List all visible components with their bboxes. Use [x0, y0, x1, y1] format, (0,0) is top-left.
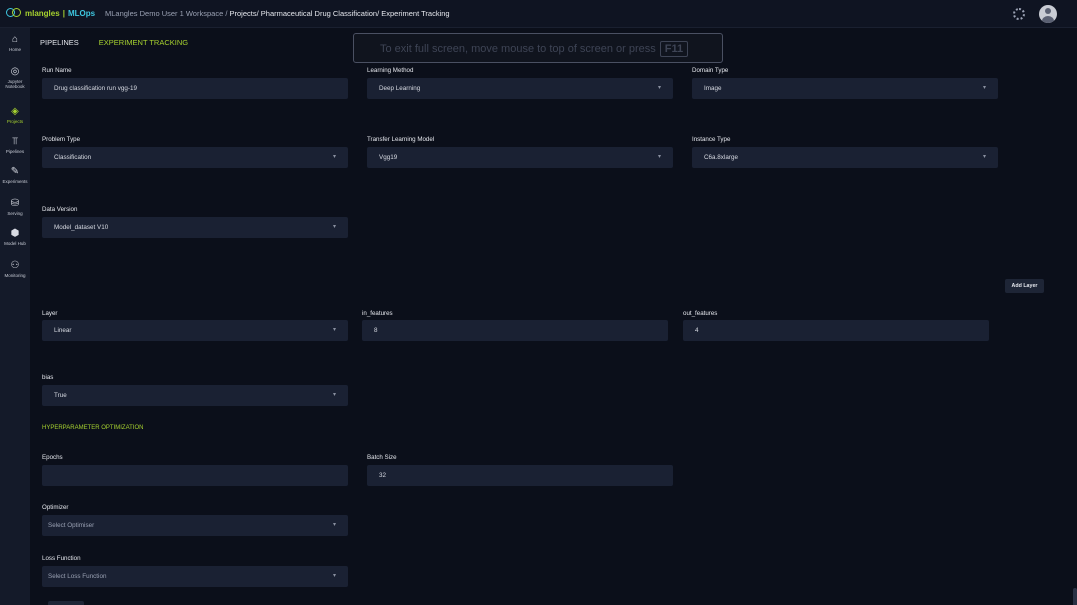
sidebar-item-model-hub[interactable]: ⬢ Model Hub: [0, 228, 30, 246]
home-icon: ⌂: [11, 34, 19, 45]
out-features-input[interactable]: 4: [683, 320, 989, 341]
serving-icon: ⛁: [10, 198, 20, 209]
layer-label: Layer: [42, 310, 58, 317]
model-hub-icon: ⬢: [10, 228, 20, 239]
toast-text: To exit full screen, move mouse to top o…: [380, 43, 656, 55]
logo-text-ops: MLOps: [67, 8, 96, 18]
bias-select[interactable]: True: [42, 385, 348, 406]
domain-type-select[interactable]: Image: [692, 78, 998, 99]
sidebar-item-home[interactable]: ⌂ Home: [0, 34, 30, 52]
sidebar-item-serving[interactable]: ⛁ Serving: [0, 198, 30, 216]
bias-label: bias: [42, 374, 54, 381]
top-bar: mlangles | MLOps MLangles Demo User 1 Work…: [0, 0, 1077, 28]
breadcrumb: MLangles Demo User 1 Workspace / Project…: [105, 9, 450, 18]
batch-size-input[interactable]: 32: [367, 465, 673, 486]
data-version-select[interactable]: Model_dataset V10: [42, 217, 348, 238]
optimizer-label: Optimizer: [42, 504, 69, 511]
logo-text-ml: mlangles: [25, 8, 60, 18]
loss-function-label: Loss Function: [42, 555, 81, 562]
sidebar-item-label: Home: [8, 47, 21, 52]
sidebar-item-label: Pipelines: [5, 149, 25, 154]
jupyter-icon: ◎: [10, 66, 20, 77]
out-features-label: out_features: [683, 310, 718, 317]
learning-method-select[interactable]: Deep Learning: [367, 78, 673, 99]
epochs-label: Epochs: [42, 454, 63, 461]
sidebar-item-jupyter[interactable]: ◎ Jupyter Notebook: [0, 66, 30, 89]
sidebar-item-label: Experiments: [2, 179, 28, 184]
fullscreen-toast: To exit full screen, move mouse to top o…: [353, 33, 723, 63]
scrollbar[interactable]: [1072, 28, 1077, 605]
breadcrumb-workspace[interactable]: MLangles Demo User 1 Workspace /: [105, 9, 227, 18]
gear-icon[interactable]: [1013, 8, 1025, 20]
pipelines-icon: ⫪: [12, 136, 18, 147]
sidebar-item-monitoring[interactable]: ⚇ Monitoring: [0, 260, 30, 278]
tab-bar: PIPELINES EXPERIMENT TRACKING: [40, 38, 188, 47]
learning-method-label: Learning Method: [367, 67, 414, 74]
instance-type-label: Instance Type: [692, 136, 731, 143]
avatar[interactable]: [1039, 5, 1057, 23]
tab-pipelines[interactable]: PIPELINES: [40, 38, 79, 47]
layer-select[interactable]: Linear: [42, 320, 348, 341]
optimizer-select[interactable]: Select Optimiser: [42, 515, 348, 536]
monitoring-icon: ⚇: [10, 260, 20, 271]
breadcrumb-path[interactable]: Projects/ Pharmaceutical Drug Classifica…: [230, 9, 450, 18]
projects-icon: ◈: [11, 106, 19, 117]
in-features-label: in_features: [362, 310, 393, 317]
instance-type-select[interactable]: C6a.8xlarge: [692, 147, 998, 168]
add-layer-button[interactable]: Add Layer: [1005, 279, 1044, 293]
domain-type-label: Domain Type: [692, 67, 729, 74]
sidebar-item-experiments[interactable]: ✎ Experiments: [0, 166, 30, 184]
problem-type-label: Problem Type: [42, 136, 81, 143]
brand-logo[interactable]: mlangles | MLOps: [6, 7, 95, 19]
tab-experiment-tracking[interactable]: EXPERIMENT TRACKING: [99, 38, 188, 47]
run-name-label: Run Name: [42, 67, 72, 74]
sidebar-item-projects[interactable]: ◈ Projects: [0, 106, 30, 124]
run-name-input[interactable]: Drug classification run vgg-19: [42, 78, 348, 99]
logo-icon: [6, 7, 22, 19]
submit-button[interactable]: [48, 601, 84, 605]
data-version-label: Data Version: [42, 206, 78, 213]
sidebar-item-label: Projects: [6, 119, 24, 124]
batch-size-label: Batch Size: [367, 454, 397, 461]
hpo-section-title: HYPERPARAMETER OPTIMIZATION: [42, 425, 144, 431]
transfer-model-label: Transfer Learning Model: [367, 136, 435, 143]
sidebar-item-label: Monitoring: [4, 273, 26, 278]
toast-key: F11: [659, 41, 689, 57]
epochs-input[interactable]: [42, 465, 348, 486]
transfer-model-select[interactable]: Vgg19: [367, 147, 673, 168]
experiments-icon: ✎: [10, 166, 20, 177]
sidebar-item-label: Model Hub: [4, 241, 26, 246]
logo-separator: |: [62, 8, 65, 18]
loss-function-select[interactable]: Select Loss Function: [42, 566, 348, 587]
sidebar: ⌂ Home ◎ Jupyter Notebook ◈ Projects ⫪ P…: [0, 28, 30, 605]
scrollbar-thumb[interactable]: [1073, 588, 1077, 605]
sidebar-item-label: Jupyter Notebook: [5, 79, 25, 89]
sidebar-item-pipelines[interactable]: ⫪ Pipelines: [0, 136, 30, 154]
sidebar-item-label: Serving: [7, 211, 23, 216]
in-features-input[interactable]: 8: [362, 320, 668, 341]
problem-type-select[interactable]: Classification: [42, 147, 348, 168]
